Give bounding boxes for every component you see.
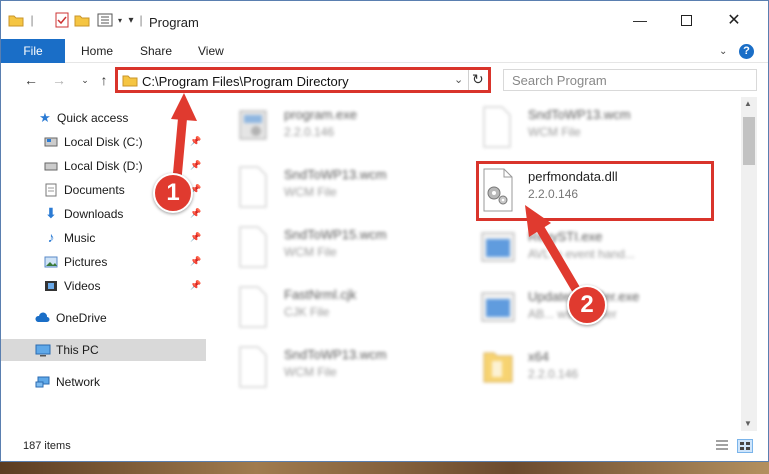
explorer-window: | ▾ ▾ | Program — ✕ File Home Share View… xyxy=(0,0,769,462)
step-badge-2: 2 xyxy=(567,285,607,325)
annotation-arrows xyxy=(171,93,582,296)
desktop-background xyxy=(0,462,769,474)
step-badge-1: 1 xyxy=(153,173,193,213)
